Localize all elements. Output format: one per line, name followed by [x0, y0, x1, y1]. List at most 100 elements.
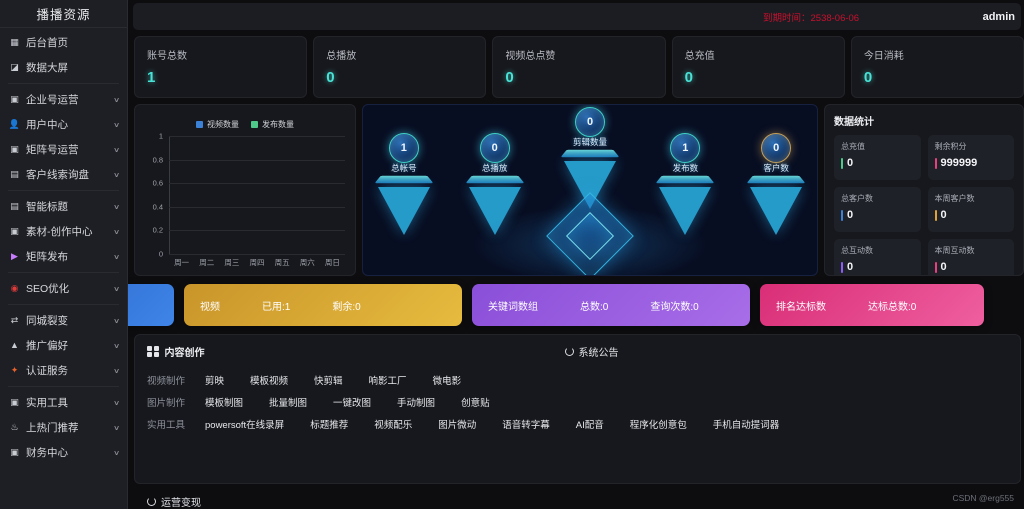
data-stat-cell-1: 剩余积分999999 [928, 135, 1015, 180]
chart-y-tick: 0.4 [143, 202, 163, 211]
user-menu[interactable]: admin [983, 11, 1015, 23]
data-stat-value-wrap: 0 [935, 261, 1008, 273]
data-stat-label: 总充值 [841, 141, 914, 152]
share-icon: ⇄ [9, 315, 20, 326]
sidebar-item-11[interactable]: ▲推广偏好∨ [0, 333, 127, 358]
accent-bar [935, 210, 937, 221]
tool-link[interactable]: 标题推荐 [310, 417, 348, 431]
tool-link[interactable]: 手动制图 [397, 395, 435, 409]
viz-node-orb: 1 [670, 133, 700, 163]
legend-label: 视频数量 [207, 119, 239, 130]
data-stat-label: 本周客户数 [935, 193, 1008, 204]
sidebar-item-4[interactable]: ▣矩阵号运营∨ [0, 137, 127, 162]
system-notice-header[interactable]: 系统公告 [565, 344, 619, 359]
chevron-down-icon: ∨ [113, 285, 120, 293]
tool-link[interactable]: 剪映 [205, 373, 224, 387]
tool-link[interactable]: 程序化创意包 [630, 417, 687, 431]
quota-card-0[interactable]: 剩余:0 [128, 284, 174, 326]
sidebar-item-label: 推广偏好 [26, 338, 108, 353]
system-notice-label: 系统公告 [579, 344, 619, 359]
tool-link[interactable]: 视频配乐 [374, 417, 412, 431]
tool-link[interactable]: 创意贴 [461, 395, 490, 409]
chart-y-axis [169, 136, 170, 254]
sidebar-separator [8, 304, 119, 305]
sidebar-item-6[interactable]: ▤智能标题∨ [0, 194, 127, 219]
chart-legend-item-1[interactable]: 发布数量 [251, 119, 294, 130]
stat-card-label: 视频总点赞 [505, 47, 664, 62]
accent-bar [841, 210, 843, 221]
data-stat-value-wrap: 0 [935, 209, 1008, 221]
sidebar-item-label: 财务中心 [26, 445, 108, 460]
sidebar-item-label: 客户线索询盘 [26, 167, 108, 182]
sidebar-item-9[interactable]: ◉SEO优化∨ [0, 276, 127, 301]
sidebar-item-label: 矩阵号运营 [26, 142, 108, 157]
stat-card-value: 0 [685, 69, 844, 86]
viz-node-label: 剪辑数量 [564, 138, 616, 147]
sidebar-item-7[interactable]: ▣素材-创作中心∨ [0, 219, 127, 244]
tool-link[interactable]: 一键改图 [333, 395, 371, 409]
quota-card-3[interactable]: 排名达标数达标总数:0 [760, 284, 984, 326]
sidebar-item-3[interactable]: 👤用户中心∨ [0, 112, 127, 137]
inbox-icon: ▤ [9, 169, 20, 180]
sidebar-item-label: 用户中心 [26, 117, 108, 132]
sidebar-item-8[interactable]: ▶矩阵发布∨ [0, 244, 127, 269]
sidebar-separator [8, 190, 119, 191]
quota-cards-strip[interactable]: 剩余:0视频已用:1剩余:0关键词数组总数:0查询次数:0排名达标数达标总数:0 [128, 276, 1024, 328]
content-creation-header: 内容创作 系统公告 [147, 344, 1008, 359]
main-content: 到期时间：2538-06-06 admin 账号总数1总播放0视频总点赞0总充值… [128, 0, 1024, 509]
content-creation-title: 内容创作 [165, 344, 205, 359]
sidebar-item-12[interactable]: ✦认证服务∨ [0, 358, 127, 383]
tool-row-0: 视频制作剪映 模板视频 快剪辑 响影工厂 微电影 [147, 373, 1008, 387]
tool-category-label: 视频制作 [147, 373, 205, 387]
watermark: CSDN @erg555 [952, 493, 1014, 503]
sidebar-nav: ▦后台首页◪数据大屏▣企业号运营∨👤用户中心∨▣矩阵号运营∨▤客户线索询盘∨▤智… [0, 28, 127, 465]
finance-icon: ▣ [9, 447, 20, 458]
chevron-down-icon: ∨ [113, 146, 120, 154]
tool-link[interactable]: 模板视频 [250, 373, 288, 387]
tool-link[interactable]: 手机自动提词器 [713, 417, 780, 431]
data-stat-value-wrap: 0 [841, 261, 914, 273]
tool-link[interactable]: 语音转字幕 [502, 417, 550, 431]
chart-x-tick: 周六 [300, 257, 315, 268]
data-stat-value: 0 [847, 209, 853, 221]
quota-card-2[interactable]: 关键词数组总数:0查询次数:0 [472, 284, 750, 326]
building-icon: ▣ [9, 94, 20, 105]
sidebar-item-14[interactable]: ♨上热门推荐∨ [0, 415, 127, 440]
tool-link[interactable]: 快剪辑 [314, 373, 343, 387]
quota-card-field: 总数:0 [580, 298, 608, 313]
data-stat-value-wrap: 999999 [935, 157, 1008, 169]
chart-y-tick: 0.2 [143, 226, 163, 235]
stat-card-label: 总充值 [685, 47, 844, 62]
stat-card-1: 总播放0 [313, 36, 486, 98]
sidebar-item-0[interactable]: ▦后台首页 [0, 30, 127, 55]
sidebar-item-10[interactable]: ⇄同城裂变∨ [0, 308, 127, 333]
data-statistics-grid: 总充值0剩余积分999999总客户数0本周客户数0总互动数0本周互动数0 [834, 135, 1014, 276]
pyramid-icon [750, 187, 802, 235]
sidebar-item-label: 数据大屏 [26, 60, 119, 75]
chart-gridline [169, 254, 345, 255]
user-icon: 👤 [9, 119, 20, 130]
tool-link[interactable]: 批量制图 [269, 395, 307, 409]
chart-legend-item-0[interactable]: 视频数量 [196, 119, 239, 130]
data-stat-cell-0: 总充值0 [834, 135, 921, 180]
chart-y-tick: 0 [143, 250, 163, 259]
tool-link[interactable]: powersoft在线录屏 [205, 417, 284, 431]
topbar: 到期时间：2538-06-06 admin [133, 3, 1021, 30]
sidebar-item-13[interactable]: ▣实用工具∨ [0, 390, 127, 415]
sidebar-item-5[interactable]: ▤客户线索询盘∨ [0, 162, 127, 187]
quota-card-1[interactable]: 视频已用:1剩余:0 [184, 284, 462, 326]
tool-link[interactable]: 微电影 [433, 373, 462, 387]
chart-legend: 视频数量 发布数量 [135, 105, 355, 130]
tool-link[interactable]: 响影工厂 [369, 373, 407, 387]
monetization-section[interactable]: 运营变现 [147, 494, 201, 509]
sidebar-item-15[interactable]: ▣财务中心∨ [0, 440, 127, 465]
legend-swatch [196, 121, 203, 128]
verified-icon: ✦ [9, 365, 20, 376]
sidebar-item-1[interactable]: ◪数据大屏 [0, 55, 127, 80]
tool-links: 剪映 模板视频 快剪辑 响影工厂 微电影 [205, 373, 487, 387]
tool-link[interactable]: 模板制图 [205, 395, 243, 409]
sidebar-item-2[interactable]: ▣企业号运营∨ [0, 87, 127, 112]
tool-link[interactable]: AI配音 [576, 417, 604, 431]
tool-link[interactable]: 图片微动 [438, 417, 476, 431]
video-icon: ▣ [9, 226, 20, 237]
